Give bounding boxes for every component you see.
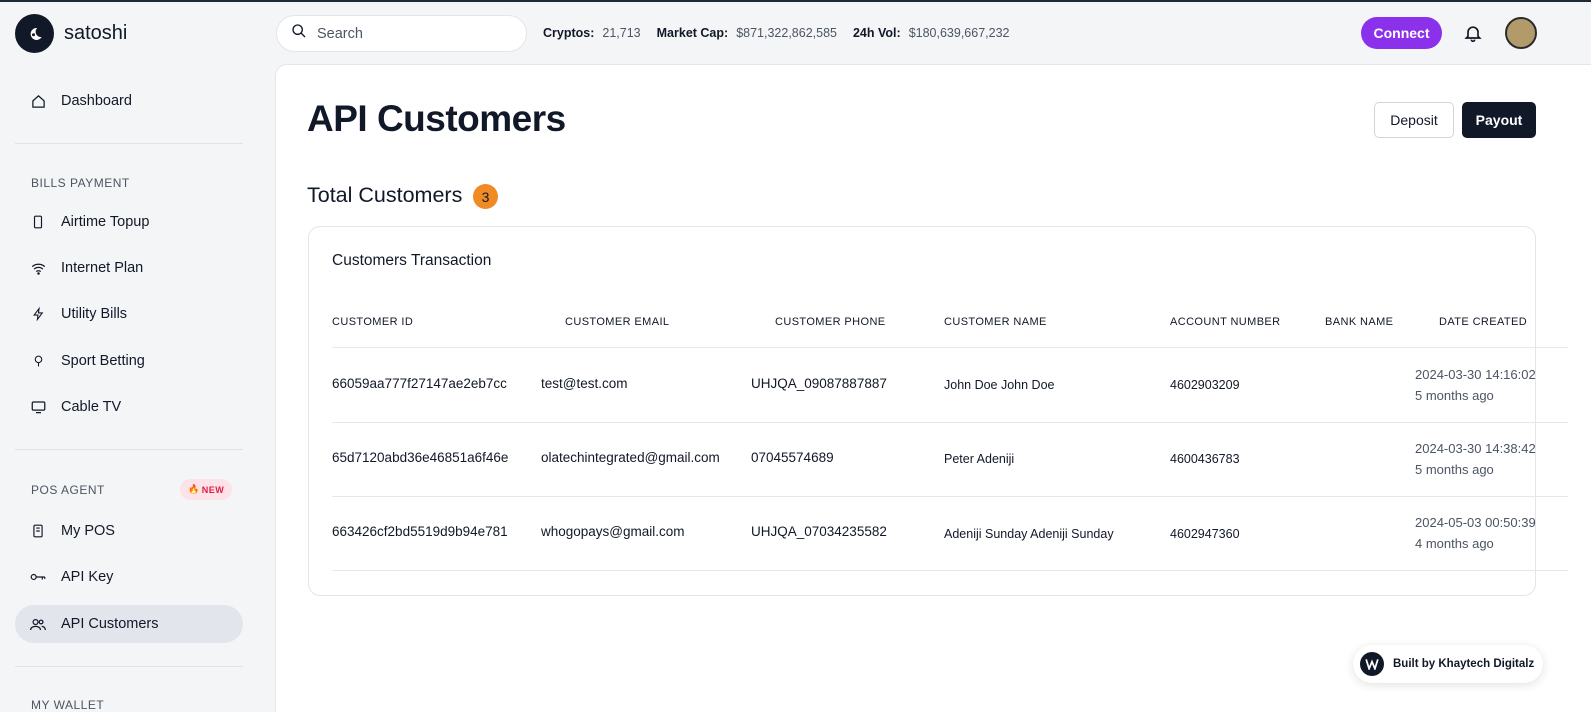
cell-customer-id: 663426cf2bd5519d9b94e781 (332, 524, 508, 539)
sidebar-item-internet[interactable]: Internet Plan (15, 249, 243, 287)
built-by-label: Built by Khaytech Digitalz (1393, 658, 1535, 670)
sidebar-divider (15, 449, 243, 450)
cell-customer-email: whogopays@gmail.com (541, 524, 685, 539)
cell-date-created: 2024-03-30 14:38:42 5 months ago (1415, 441, 1536, 477)
stat-cryptos: Cryptos: 21,713 (543, 26, 641, 40)
cell-customer-phone: 07045574689 (751, 450, 834, 465)
lightning-icon (30, 306, 46, 322)
stat-market-cap: Market Cap: $871,322,862,585 (656, 26, 837, 40)
avatar[interactable] (1505, 17, 1537, 49)
moon-logo-icon (15, 14, 54, 53)
sidebar: satoshi Dashboard BILLS PAYMENT Airtime … (0, 2, 262, 712)
sidebar-item-utility[interactable]: Utility Bills (15, 295, 243, 333)
column-header-customer-id: CUSTOMER ID (332, 316, 414, 328)
column-header-account-number: ACCOUNT NUMBER (1170, 316, 1281, 328)
cell-customer-phone: UHJQA_07034235582 (751, 524, 887, 539)
fire-icon: 🔥 (188, 484, 200, 494)
cell-account-number: 4602947360 (1170, 527, 1240, 541)
column-header-customer-phone: CUSTOMER PHONE (775, 316, 886, 328)
connect-button[interactable]: Connect (1361, 17, 1442, 49)
cell-customer-id: 66059aa777f27147ae2eb7cc (332, 376, 507, 391)
sidebar-item-label: API Key (61, 569, 114, 585)
new-badge: 🔥 NEW (180, 479, 233, 500)
table-divider (332, 496, 1568, 497)
deposit-button[interactable]: Deposit (1374, 102, 1454, 138)
phone-icon (30, 214, 46, 230)
sidebar-item-label: Sport Betting (61, 353, 145, 369)
search-input[interactable] (317, 25, 507, 42)
total-customers-label: Total Customers (307, 183, 463, 207)
column-header-customer-email: CUSTOMER EMAIL (565, 316, 670, 328)
home-icon (30, 93, 46, 109)
brand[interactable]: satoshi (15, 14, 127, 53)
table-divider (332, 570, 1568, 571)
cell-date-created: 2024-03-30 14:16:02 5 months ago (1415, 367, 1536, 403)
sidebar-item-sport[interactable]: Sport Betting (15, 342, 243, 380)
payout-button[interactable]: Payout (1462, 102, 1536, 138)
sidebar-item-api-customers[interactable]: API Customers (15, 605, 243, 643)
cell-account-number: 4600436783 (1170, 452, 1240, 466)
sidebar-item-dashboard[interactable]: Dashboard (15, 82, 243, 120)
page-title: API Customers (307, 98, 566, 139)
column-header-bank-name: BANK NAME (1325, 316, 1394, 328)
section-label-wallet: MY WALLET (31, 698, 105, 712)
pin-icon (30, 353, 46, 369)
cell-customer-name: Adeniji Sunday Adeniji Sunday (944, 527, 1114, 541)
column-header-date-created: DATE CREATED (1439, 316, 1528, 328)
table-divider (332, 347, 1568, 348)
key-icon (30, 569, 46, 585)
sidebar-item-label: My POS (61, 523, 115, 539)
cell-customer-name: John Doe John Doe (944, 378, 1055, 392)
table-divider (332, 422, 1568, 423)
bell-icon[interactable] (1463, 23, 1483, 43)
sidebar-item-my-pos[interactable]: My POS (15, 512, 243, 550)
total-customers-count: 3 (473, 184, 498, 209)
cell-customer-email: test@test.com (541, 376, 628, 391)
users-icon (30, 616, 46, 632)
sidebar-item-label: Dashboard (61, 93, 132, 109)
khaytech-logo-icon (1360, 652, 1384, 676)
cell-date-created: 2024-05-03 00:50:39 4 months ago (1415, 515, 1536, 551)
cell-account-number: 4602903209 (1170, 378, 1240, 392)
sidebar-item-airtime[interactable]: Airtime Topup (15, 203, 243, 241)
column-header-customer-name: CUSTOMER NAME (944, 316, 1047, 328)
tv-icon (30, 399, 46, 415)
built-by-badge[interactable]: Built by Khaytech Digitalz (1353, 645, 1543, 683)
sidebar-item-label: Internet Plan (61, 260, 144, 276)
section-label-pos: POS AGENT (31, 483, 105, 497)
section-label-bills: BILLS PAYMENT (31, 176, 130, 190)
cell-customer-phone: UHJQA_09087887887 (751, 376, 887, 391)
stat-24h-vol: 24h Vol: $180,639,667,232 (852, 26, 1010, 40)
cell-customer-email: olatechintegrated@gmail.com (541, 450, 720, 465)
sidebar-item-label: Airtime Topup (61, 214, 150, 230)
pos-terminal-icon (30, 523, 46, 539)
brand-name: satoshi (64, 22, 128, 44)
sidebar-item-label: API Customers (61, 616, 159, 632)
sidebar-item-cable[interactable]: Cable TV (15, 388, 243, 426)
card-title: Customers Transaction (332, 252, 492, 269)
sidebar-divider (15, 666, 243, 667)
cell-customer-id: 65d7120abd36e46851a6f46e (332, 450, 509, 465)
search-icon (291, 23, 307, 44)
sidebar-divider (15, 143, 243, 144)
market-stats: Cryptos: 21,713 Market Cap: $871,322,862,5… (543, 26, 1009, 40)
customers-card (308, 226, 1536, 596)
cell-customer-name: Peter Adeniji (944, 452, 1015, 466)
sidebar-item-api-key[interactable]: API Key (15, 558, 243, 596)
wifi-icon (30, 260, 46, 276)
sidebar-item-label: Utility Bills (61, 306, 128, 322)
search-bar[interactable] (276, 15, 527, 52)
sidebar-item-label: Cable TV (61, 399, 122, 415)
